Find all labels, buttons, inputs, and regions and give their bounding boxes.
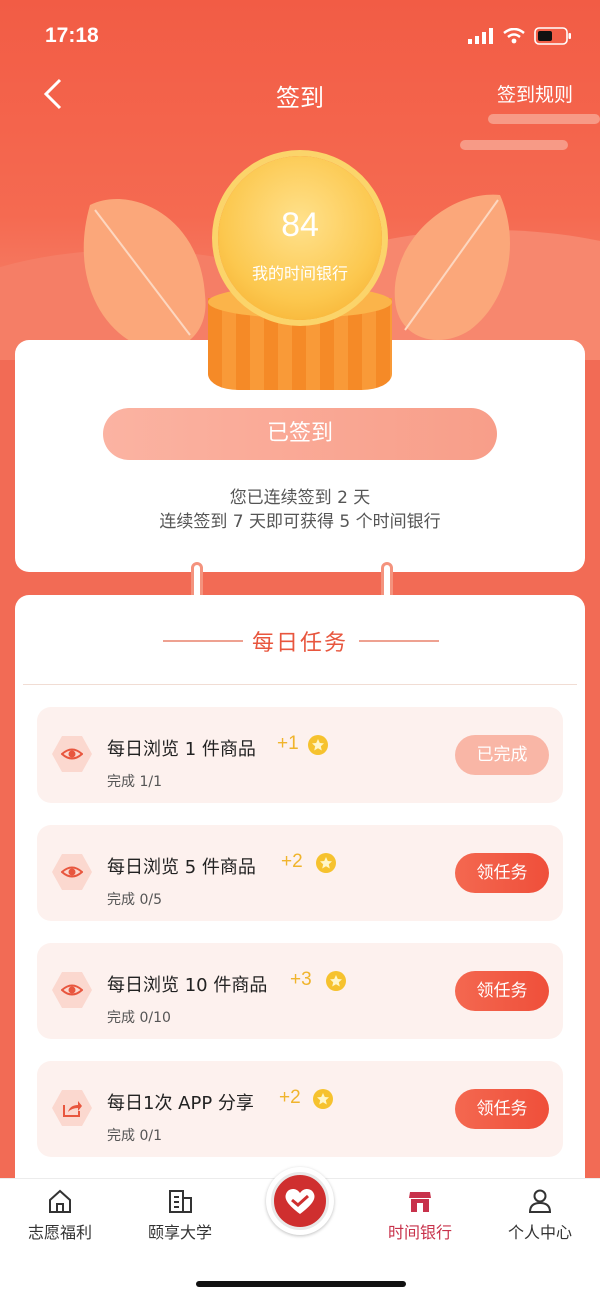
signal-icon: [468, 28, 493, 44]
tab-center-heart[interactable]: [266, 1167, 334, 1235]
signed-in-button[interactable]: 已签到: [103, 408, 497, 460]
task-icon-bg: [52, 1090, 92, 1126]
home-icon: [49, 1189, 71, 1213]
tab-volunteer-welfare[interactable]: 志愿福利: [0, 1187, 120, 1243]
task-progress: 完成 0/1: [107, 1128, 162, 1144]
task-reward: +2: [279, 1087, 301, 1108]
time-bank-label: 我的时间银行: [251, 264, 348, 283]
task-item: 每日浏览 1 件商品 +1 完成 1/1 已完成: [37, 707, 563, 803]
tab-label: 颐享大学: [147, 1223, 212, 1242]
task-reward: +3: [290, 969, 312, 990]
task-item: 每日1次 APP 分享 +2 完成 0/1 领任务: [37, 1061, 563, 1157]
task-reward: +2: [281, 851, 303, 872]
accept-task-button[interactable]: 领任务: [455, 1089, 549, 1129]
coin[interactable]: 84 我的时间银行: [218, 156, 382, 320]
task-icon-bg: [52, 736, 92, 772]
person-icon: [528, 1189, 552, 1213]
daily-tasks-card: 每日任务 每日浏览 1 件商品 +1 完成 1/1 已完成 每日浏览 5 件商品…: [15, 595, 585, 1195]
task-item: 每日浏览 5 件商品 +2 完成 0/5 领任务: [37, 825, 563, 921]
battery-icon: [534, 27, 571, 45]
streak-info: 您已连续签到 2 天 连续签到 7 天即可获得 5 个时间银行: [15, 486, 585, 534]
nav-bar: 签到 签到规则: [0, 70, 600, 120]
section-divider: [23, 684, 577, 685]
shop-icon: [409, 1192, 431, 1212]
task-progress: 完成 0/10: [107, 1010, 171, 1026]
task-progress: 完成 1/1: [107, 774, 162, 790]
task-icon-bg: [52, 854, 92, 890]
tab-yixiang-university[interactable]: 颐享大学: [120, 1187, 240, 1243]
wifi-icon: [503, 28, 525, 44]
star-coin-icon: [326, 971, 346, 991]
streak-line-2: 连续签到 7 天即可获得 5 个时间银行: [159, 512, 441, 532]
streak-line-1: 您已连续签到 2 天: [229, 488, 371, 508]
task-completed-button[interactable]: 已完成: [455, 735, 549, 775]
tab-time-bank[interactable]: 时间银行: [360, 1187, 480, 1243]
eye-icon: [61, 866, 83, 878]
task-progress: 完成 0/5: [107, 892, 162, 908]
home-indicator: [196, 1281, 406, 1287]
star-coin-icon: [313, 1089, 333, 1109]
task-icon-bg: [52, 972, 92, 1008]
title-line-right: [359, 640, 439, 642]
signin-rules-link[interactable]: 签到规则: [497, 80, 573, 107]
star-coin-icon: [316, 853, 336, 873]
tab-personal-center[interactable]: 个人中心: [480, 1187, 600, 1243]
eye-icon: [61, 984, 83, 996]
task-title: 每日1次 APP 分享: [107, 1093, 254, 1114]
accept-task-button[interactable]: 领任务: [455, 971, 549, 1011]
time-bank-balance: 84: [281, 206, 319, 244]
heart-hand-icon: [285, 1188, 315, 1214]
tab-label: 时间银行: [387, 1223, 452, 1242]
task-item: 每日浏览 10 件商品 +3 完成 0/10 领任务: [37, 943, 563, 1039]
eye-icon: [61, 748, 83, 760]
tab-label: 志愿福利: [27, 1223, 92, 1242]
daily-tasks-title: 每日任务: [251, 631, 348, 656]
time-bank-coin: 84 我的时间银行: [0, 150, 600, 400]
task-title: 每日浏览 1 件商品: [107, 739, 256, 760]
share-icon: [63, 1101, 82, 1117]
status-bar: 17:18: [0, 0, 600, 70]
tab-label: 个人中心: [507, 1223, 572, 1242]
task-title: 每日浏览 5 件商品: [107, 857, 256, 878]
status-time: 17:18: [45, 24, 99, 47]
accept-task-button[interactable]: 领任务: [455, 853, 549, 893]
star-coin-icon: [308, 735, 328, 755]
task-title: 每日浏览 10 件商品: [107, 975, 268, 996]
building-icon: [169, 1190, 192, 1213]
task-reward: +1: [277, 733, 299, 754]
